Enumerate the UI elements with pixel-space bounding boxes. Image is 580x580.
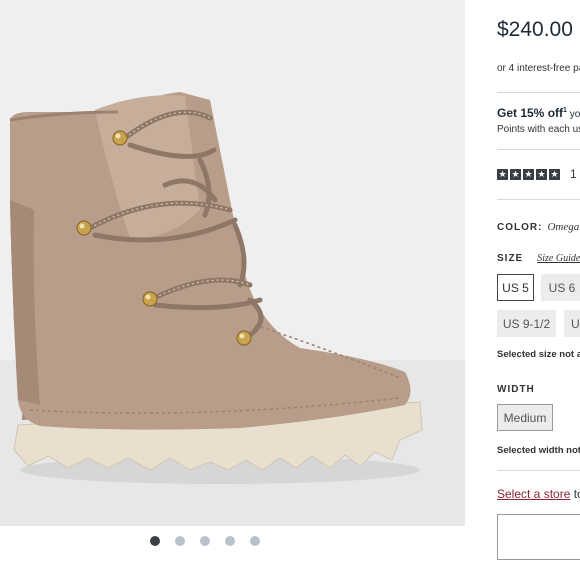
carousel-dot[interactable]	[225, 536, 235, 546]
color-label: COLOR:	[497, 222, 543, 233]
add-to-cart-button[interactable]	[497, 514, 580, 560]
points-text: Points with each use	[497, 124, 580, 135]
size-header: SIZE Size Guide	[497, 253, 580, 264]
size-option-us5[interactable]: US 5	[497, 274, 534, 301]
size-option-us6[interactable]: US 6	[541, 274, 580, 301]
store-selector: Select a store to v	[497, 487, 580, 501]
carousel-dot[interactable]	[175, 536, 185, 546]
select-store-link[interactable]: Select a store	[497, 487, 570, 501]
size-option-next[interactable]: U	[564, 310, 580, 337]
purchase-panel: $240.00 or 4 interest-free pa Get 15% of…	[497, 0, 580, 580]
promo-banner: Get 15% off1 you	[497, 106, 580, 120]
carousel-dots	[150, 536, 260, 546]
size-label: SIZE	[497, 253, 524, 264]
width-option-medium[interactable]: Medium	[497, 404, 553, 431]
star-icon: ★	[549, 168, 560, 180]
width-label: WIDTH	[497, 384, 535, 395]
rating-summary[interactable]: ★ ★ ★ ★ ★ 1	[497, 167, 577, 181]
width-availability-note: Selected width not	[497, 445, 580, 456]
divider	[497, 199, 580, 200]
promo-headline: Get 15% off	[497, 106, 564, 120]
star-icon: ★	[510, 168, 521, 180]
size-guide-link[interactable]: Size Guide	[537, 253, 580, 264]
star-icon: ★	[523, 168, 534, 180]
product-price: $240.00	[497, 18, 573, 41]
size-option-us9-5[interactable]: US 9-1/2	[497, 310, 556, 337]
star-icon: ★	[536, 168, 547, 180]
carousel-dot[interactable]	[150, 536, 160, 546]
promo-rest: you	[569, 109, 580, 120]
color-selector: COLOR: Omega	[497, 221, 579, 233]
color-value: Omega	[547, 221, 580, 233]
review-count[interactable]: 1	[570, 167, 577, 181]
divider	[497, 92, 580, 93]
carousel-dot[interactable]	[200, 536, 210, 546]
boot-illustration	[9, 92, 423, 484]
divider	[497, 149, 580, 150]
product-image[interactable]	[0, 0, 465, 526]
carousel-dot[interactable]	[250, 536, 260, 546]
size-availability-note: Selected size not ava	[497, 349, 580, 360]
star-icon: ★	[497, 168, 508, 180]
installments-text: or 4 interest-free pa	[497, 63, 580, 74]
divider	[497, 470, 580, 471]
store-link-suffix: to v	[573, 487, 580, 501]
